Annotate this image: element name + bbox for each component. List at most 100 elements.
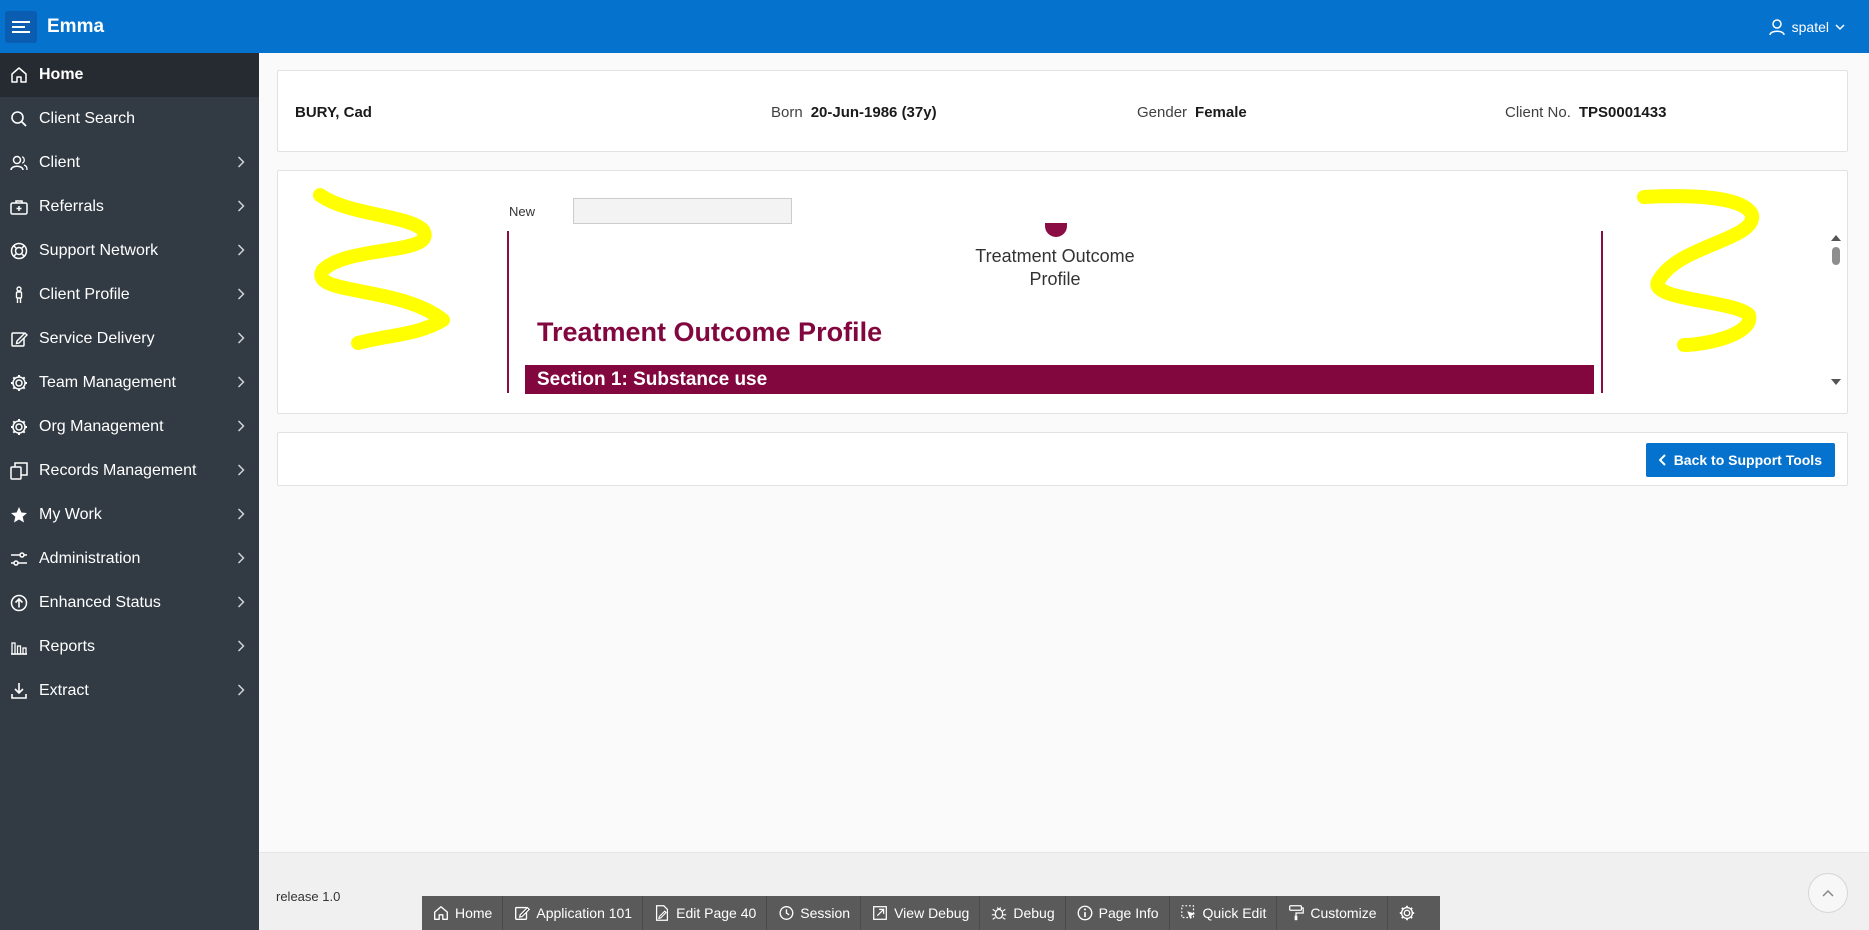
- devbar-label: Application 101: [536, 905, 633, 921]
- sidebar-item-referrals[interactable]: Referrals: [0, 185, 259, 229]
- sliders-icon: [11, 552, 27, 566]
- sidebar-item-label: Client Search: [39, 110, 136, 127]
- paint-roller-icon: [1289, 905, 1305, 921]
- hamburger-icon: [12, 20, 30, 33]
- nav-toggle-button[interactable]: [5, 10, 37, 43]
- cursor-select-icon: [1180, 905, 1195, 920]
- search-icon: [8, 108, 30, 130]
- sidebar-item-administration[interactable]: Administration: [0, 537, 259, 581]
- devbar-application-101-button[interactable]: Application 101: [503, 896, 644, 930]
- devbar-page-info-button[interactable]: Page Info: [1066, 896, 1170, 930]
- client-no-value: TPS0001433: [1578, 104, 1667, 121]
- sidebar-item-records-management[interactable]: Records Management: [0, 449, 259, 493]
- gear-icon: [11, 375, 27, 391]
- sidebar-item-home[interactable]: Home: [0, 53, 259, 97]
- medical-bag-icon: [10, 200, 28, 215]
- history-icon: [779, 906, 794, 920]
- users-icon: [10, 155, 28, 171]
- sidebar-item-extract[interactable]: Extract: [0, 669, 259, 713]
- devbar-customize-button[interactable]: Customize: [1277, 896, 1388, 930]
- sidebar-item-team-management[interactable]: Team Management: [0, 361, 259, 405]
- chevron-right-icon: [237, 596, 245, 608]
- document-scrollbar[interactable]: [1829, 233, 1843, 385]
- client-born-field: Born 20-Jun-1986 (37y): [771, 104, 937, 121]
- release-label: release 1.0: [276, 889, 341, 904]
- sidebar-item-label: Records Management: [39, 462, 197, 479]
- client-name-field: BURY, Cad: [295, 104, 372, 121]
- client-no-label: Client No.: [1505, 104, 1571, 121]
- user-name: spatel: [1791, 18, 1829, 35]
- sidebar-item-client-profile[interactable]: Client Profile: [0, 273, 259, 317]
- back-to-support-tools-button[interactable]: Back to Support Tools: [1645, 443, 1835, 477]
- copy-icon: [8, 460, 30, 482]
- document-subtitle-line1: Treatment Outcome: [975, 246, 1135, 266]
- sidebar-item-label: Org Management: [39, 418, 164, 435]
- new-label: New: [509, 204, 536, 219]
- gear-icon: [8, 416, 30, 438]
- arrow-up-circle-icon: [10, 594, 28, 612]
- chevron-right-icon: [237, 508, 245, 520]
- sidebar-item-label: Service Delivery: [39, 330, 155, 347]
- search-icon: [11, 111, 27, 127]
- chevron-left-icon: [1658, 454, 1666, 466]
- sidebar-item-my-work[interactable]: My Work: [0, 493, 259, 537]
- bar-chart-icon: [11, 642, 27, 655]
- scroll-to-top-button[interactable]: [1808, 873, 1848, 913]
- sidebar-item-service-delivery[interactable]: Service Delivery: [0, 317, 259, 361]
- section-header: Section 1: Substance use: [525, 365, 1594, 394]
- new-input[interactable]: [573, 198, 792, 224]
- home-icon: [8, 64, 30, 86]
- devbar-label: Customize: [1310, 905, 1377, 921]
- devbar-label: Home: [455, 905, 493, 921]
- sidebar-item-label: Administration: [39, 550, 141, 567]
- born-label: Born: [771, 104, 803, 121]
- scroll-thumb[interactable]: [1832, 247, 1840, 265]
- home-icon: [11, 67, 27, 83]
- chevron-right-icon: [237, 420, 245, 432]
- devbar-debug-button[interactable]: Debug: [980, 896, 1066, 930]
- form-region: New Treatment Outcome Profile Treatment …: [277, 170, 1848, 414]
- client-gender-field: Gender Female: [1137, 104, 1247, 121]
- client-banner: BURY, Cad Born 20-Jun-1986 (37y) Gender Fe…: [277, 70, 1848, 152]
- chevron-up-icon: [1822, 889, 1834, 897]
- user-menu[interactable]: spatel: [1768, 0, 1845, 53]
- document-subtitle-line2: Profile: [1029, 269, 1081, 289]
- devbar-session-button[interactable]: Session: [767, 896, 862, 930]
- scroll-down-arrow-icon[interactable]: [1831, 379, 1841, 385]
- file-edit-icon: [656, 905, 669, 921]
- born-value: 20-Jun-1986 (37y): [810, 104, 937, 121]
- chevron-right-icon: [237, 332, 245, 344]
- devbar-settings-button[interactable]: [1388, 896, 1426, 930]
- sidebar-item-support-network[interactable]: Support Network: [0, 229, 259, 273]
- sidebar-item-reports[interactable]: Reports: [0, 625, 259, 669]
- gear-icon: [1399, 905, 1414, 921]
- sidebar-item-org-management[interactable]: Org Management: [0, 405, 259, 449]
- devbar-quick-edit-button[interactable]: Quick Edit: [1170, 896, 1278, 930]
- gear-icon: [11, 419, 27, 435]
- client-name: BURY, Cad: [295, 104, 372, 121]
- sidebar-item-label: Referrals: [39, 198, 104, 215]
- devbar-home-button[interactable]: Home: [422, 896, 504, 930]
- devbar-label: Edit Page 40: [676, 905, 757, 921]
- chevron-right-icon: [237, 552, 245, 564]
- sidebar-item-label: My Work: [39, 506, 102, 523]
- chevron-right-icon: [237, 244, 245, 256]
- user-icon: [1768, 18, 1785, 35]
- sidebar-item-enhanced-status[interactable]: Enhanced Status: [0, 581, 259, 625]
- document-preview[interactable]: Treatment Outcome Profile Treatment Outc…: [507, 223, 1603, 394]
- sidebar-item-client-search[interactable]: Client Search: [0, 97, 259, 141]
- chevron-right-icon: [237, 684, 245, 696]
- app-title[interactable]: Emma: [47, 16, 104, 38]
- devbar-edit-page-40-button[interactable]: Edit Page 40: [643, 896, 768, 930]
- sidebar-item-label: Reports: [39, 638, 96, 655]
- gear-icon: [8, 372, 30, 394]
- scroll-up-arrow-icon[interactable]: [1831, 235, 1841, 241]
- document-title: Treatment Outcome Profile: [537, 317, 883, 347]
- devbar-view-debug-button[interactable]: View Debug: [861, 896, 981, 930]
- devbar-label: Session: [800, 905, 851, 921]
- sidebar-item-client[interactable]: Client: [0, 141, 259, 185]
- sidebar-item-label: Extract: [39, 682, 89, 699]
- sidebar-item-label: Home: [39, 66, 84, 83]
- sidebar-item-label: Support Network: [39, 242, 159, 259]
- document-subtitle: Treatment Outcome Profile: [509, 245, 1601, 291]
